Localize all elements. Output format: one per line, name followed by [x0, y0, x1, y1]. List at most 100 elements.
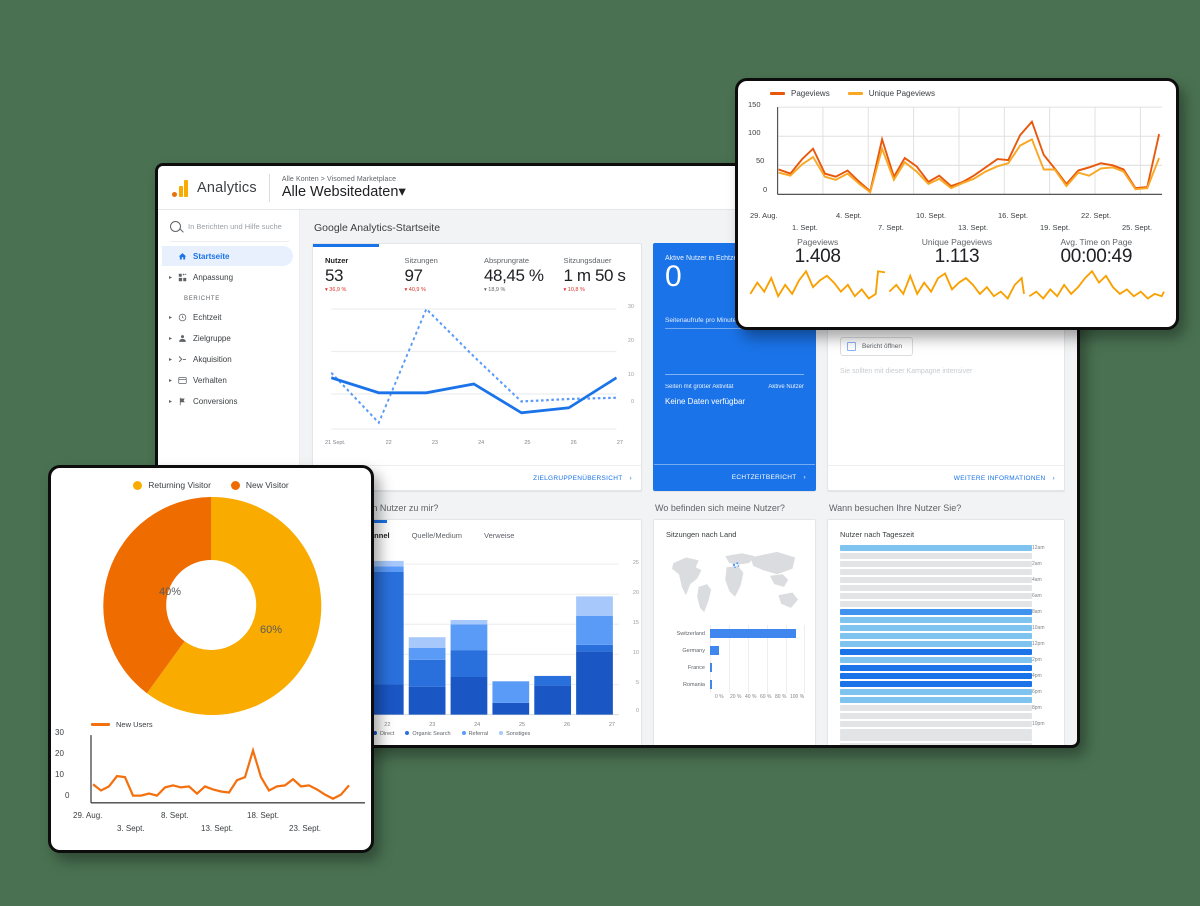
expand-arrow-icon[interactable]: ▸	[166, 335, 175, 342]
stat-delta: ▾ 40,9 %	[404, 287, 426, 293]
tab-verweise[interactable]: Verweise	[484, 531, 514, 540]
sidebar-item-anpassung[interactable]: ▸ Anpassung	[162, 267, 293, 287]
heatmap-cell	[840, 601, 1032, 607]
x-tick: 13. Sept.	[958, 223, 989, 232]
x-tick: 25	[524, 440, 531, 446]
x-tick: 27	[616, 440, 623, 446]
timeofday-card: Nutzer nach Tageszeit 12am 2am 4am 6am 8am 10…	[827, 519, 1065, 745]
stat-label: Sitzungen	[404, 256, 438, 265]
heatmap-hour-label	[1032, 729, 1056, 735]
stat-absprungrate: Absprungrate 48,45 % ▾ 18,9 %	[484, 256, 554, 293]
heatmap-hour-label	[1032, 601, 1056, 607]
legend-direct: Direct	[372, 731, 394, 737]
axis-tick: 100 %	[790, 694, 805, 700]
legend-returning-visitor: Returning Visitor	[133, 480, 211, 490]
heatmap-hour-label: 12am	[1032, 545, 1045, 551]
sidebar-item-startseite[interactable]: Startseite	[162, 246, 293, 266]
heatmap-column	[840, 735, 1032, 745]
header-divider	[268, 173, 270, 202]
sidebar-item-label: Anpassung	[193, 272, 234, 282]
sidebar-item-verhalten[interactable]: ▸ Verhalten	[162, 370, 293, 390]
legend-swatch	[91, 723, 110, 726]
more-info-link[interactable]: WEITERE INFORMATIONEN ›	[954, 475, 1055, 482]
customization-icon	[175, 273, 190, 282]
sidebar-item-label: Verhalten	[193, 375, 227, 385]
geo-row: Germany	[658, 642, 806, 659]
heatmap-hour-label: 2am	[1032, 561, 1042, 567]
heatmap-cell	[840, 665, 1032, 671]
expand-arrow-icon[interactable]: ▸	[166, 356, 175, 363]
x-tick: 10. Sept.	[916, 211, 947, 220]
x-tick: 25. Sept.	[1122, 223, 1153, 232]
x-tick: 23	[429, 722, 436, 728]
heatmap-hour-label	[1032, 713, 1056, 719]
heatmap-hour-labels: 12am 2am 4am 6am 8am 10am 12pm 2pm 4pm 6pm 8pm 10pm	[1032, 545, 1056, 745]
heatmap-hour-label	[1032, 649, 1056, 655]
sidebar-item-echtzeit[interactable]: ▸ Echtzeit	[162, 307, 293, 327]
pageviews-xaxis: 29. Aug. 1. Sept. 4. Sept. 7. Sept. 10. …	[748, 211, 1166, 235]
sparkline-avg-time	[1027, 269, 1166, 303]
legend-label: Unique Pageviews	[868, 89, 935, 98]
acquisition-icon	[175, 355, 190, 364]
axis-tick: 0 %	[715, 694, 724, 700]
newusers-legend: New Users	[51, 720, 371, 729]
geo-country-label: Romania	[682, 681, 705, 688]
geo-row: Romania	[658, 676, 806, 693]
sidebar-item-akquisition[interactable]: ▸ Akquisition	[162, 349, 293, 369]
audience-overview-link[interactable]: ZIELGRUPPENÜBERSICHT ›	[533, 475, 632, 482]
legend-label: New Visitor	[245, 480, 289, 490]
legend-referral: Referral	[461, 731, 488, 737]
heatmap-cell	[840, 713, 1032, 719]
expand-arrow-icon[interactable]: ▸	[166, 398, 175, 405]
x-tick: 22	[385, 440, 392, 446]
timeofday-heatmap: 12am 2am 4am 6am 8am 10am 12pm 2pm 4pm 6pm 8pm 10pm…	[828, 539, 1064, 745]
heatmap-cell	[840, 657, 1032, 663]
realtime-report-link[interactable]: ECHTZEITBERICHT ›	[654, 464, 815, 490]
expand-arrow-icon[interactable]: ▸	[166, 377, 175, 384]
sidebar-item-label: Echtzeit	[193, 312, 222, 322]
sidebar-item-conversions[interactable]: ▸ Conversions	[162, 391, 293, 411]
x-tick: 29. Aug.	[73, 811, 103, 820]
heatmap-hour-label: 4am	[1032, 577, 1042, 583]
users-chart-xaxis: 21 Sept. 22 23 24 25 26 27	[313, 439, 641, 446]
account-selector[interactable]: Alle Konten > Visomed Marketplace Alle W…	[282, 176, 406, 200]
heatmap-cell	[840, 625, 1032, 631]
behavior-icon	[175, 376, 190, 385]
axis-tick: 60 %	[760, 694, 772, 700]
analytics-logo-icon	[172, 179, 188, 197]
x-tick: 24	[478, 440, 485, 446]
visitor-donut-chart: 40% 60%	[51, 493, 371, 718]
legend-label: Pageviews	[791, 89, 830, 98]
heatmap-cell	[840, 577, 1032, 583]
heatmap-cell	[840, 705, 1032, 711]
open-report-button[interactable]: Bericht öffnen	[840, 337, 913, 356]
geo-row: France	[658, 659, 806, 676]
flag-icon	[175, 397, 190, 406]
geo-row: Switzerland	[658, 625, 806, 642]
heatmap-hour-label: 8am	[1032, 609, 1042, 615]
heatmap-hour-label	[1032, 617, 1056, 623]
geo-card-title: Sitzungen nach Land	[666, 530, 737, 539]
x-tick: 3. Sept.	[117, 824, 145, 833]
heatmap-cell	[840, 585, 1032, 591]
stat-value: 1.408	[794, 246, 841, 267]
expand-arrow-icon[interactable]: ▸	[166, 314, 175, 321]
tab-quelle-medium[interactable]: Quelle/Medium	[412, 531, 462, 540]
search-icon	[170, 221, 181, 232]
heatmap-hour-label: 4pm	[1032, 673, 1042, 679]
heatmap-cell	[840, 569, 1032, 575]
visitor-type-panel: Returning Visitor New Visitor 40% 60% Ne…	[48, 465, 374, 853]
x-tick: 23. Sept.	[289, 824, 322, 833]
expand-arrow-icon[interactable]: ▸	[166, 274, 175, 281]
x-tick: 25	[519, 722, 526, 728]
campaign-faint-text: Sie sollten mit dieser Kampagne intensiv…	[840, 368, 973, 375]
chevron-right-icon: ›	[1052, 474, 1055, 482]
sidebar-item-zielgruppe[interactable]: ▸ Zielgruppe	[162, 328, 293, 348]
x-tick: 27	[608, 722, 615, 728]
stat-label: Nutzer	[325, 256, 349, 265]
heatmap-hour-label	[1032, 569, 1056, 575]
heatmap-cell	[840, 743, 1032, 745]
stat-sitzungsdauer: Sitzungsdauer 1 m 50 s ▾ 10,8 %	[564, 256, 634, 293]
search-input[interactable]: In Berichten und Hilfe suche	[158, 216, 299, 241]
campaign-card-footer: WEITERE INFORMATIONEN ›	[828, 465, 1064, 490]
